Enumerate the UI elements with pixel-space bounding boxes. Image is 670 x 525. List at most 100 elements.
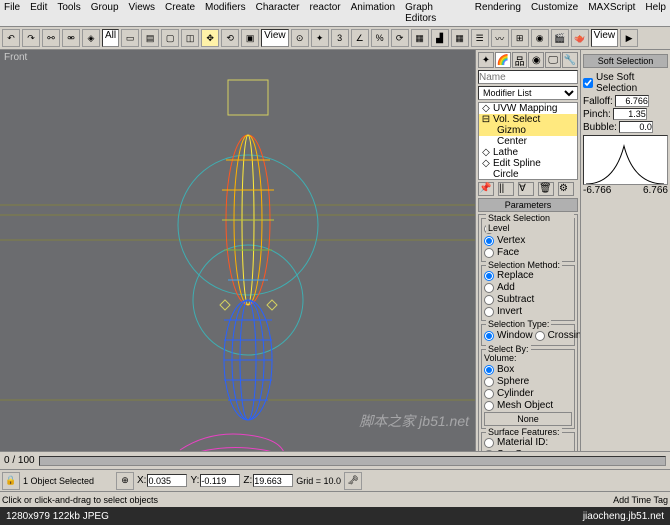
pinch-label: Pinch:: [583, 109, 611, 120]
tab-display[interactable]: 🖵: [545, 52, 561, 68]
use-soft-check[interactable]: [583, 78, 593, 88]
main-toolbar: ↶ ↷ ⚯ ⚮ ◈ All ▭ ▤ ▢ ◫ ✥ ⟲ ▣ View ⊙ ✦ 3 ∠…: [0, 27, 670, 50]
curve-editor-button[interactable]: 〰: [491, 29, 509, 47]
manip-button[interactable]: ✦: [311, 29, 329, 47]
y-input[interactable]: [200, 474, 240, 487]
sf-smgroup[interactable]: [484, 450, 494, 452]
abs-rel-icon[interactable]: ⊕: [116, 472, 134, 490]
tab-utilities[interactable]: 🔧: [562, 52, 578, 68]
tab-create[interactable]: ✦: [478, 52, 494, 68]
show-result-button[interactable]: ||: [498, 182, 514, 196]
menu-grapheditors[interactable]: Graph Editors: [405, 2, 465, 24]
render-last-button[interactable]: ▶: [620, 29, 638, 47]
volume-label: Volume:: [484, 353, 572, 363]
vol-none-button[interactable]: None: [484, 412, 572, 426]
configure-button[interactable]: ⚙: [558, 182, 574, 196]
slider-track[interactable]: [39, 456, 666, 466]
key-icon[interactable]: 🗝: [344, 472, 362, 490]
percent-snap-button[interactable]: %: [371, 29, 389, 47]
ssl-vertex[interactable]: [484, 236, 494, 246]
y-label: Y:: [190, 475, 199, 486]
falloff-input[interactable]: [615, 95, 649, 107]
spinner-snap-button[interactable]: ⟳: [391, 29, 409, 47]
layers-button[interactable]: ☰: [471, 29, 489, 47]
menu-help[interactable]: Help: [645, 2, 666, 24]
render-preset[interactable]: View: [591, 29, 619, 47]
align-button[interactable]: ▦: [451, 29, 469, 47]
unique-button[interactable]: ∀: [518, 182, 534, 196]
viewport[interactable]: Front: [0, 50, 475, 451]
z-input[interactable]: [253, 474, 293, 487]
material-button[interactable]: ◉: [531, 29, 549, 47]
tab-modify[interactable]: 🌈: [495, 52, 511, 68]
schematic-button[interactable]: ⊞: [511, 29, 529, 47]
time-slider[interactable]: 0 / 100: [0, 451, 670, 469]
time-tag[interactable]: Add Time Tag: [613, 495, 668, 505]
object-name-field[interactable]: [478, 70, 578, 84]
pivot-button[interactable]: ⊙: [291, 29, 309, 47]
bubble-input[interactable]: [619, 121, 653, 133]
sf-matid[interactable]: [484, 438, 494, 448]
menu-modifiers[interactable]: Modifiers: [205, 2, 246, 24]
vol-box[interactable]: [484, 365, 494, 375]
lock-icon[interactable]: 🔒: [2, 472, 20, 490]
frame-display: 0 / 100: [4, 455, 35, 466]
sm-subtract[interactable]: [484, 295, 494, 305]
stack-center: Center: [479, 136, 577, 147]
sm-replace[interactable]: [484, 271, 494, 281]
x-input[interactable]: [147, 474, 187, 487]
move-button[interactable]: ✥: [201, 29, 219, 47]
snap-button[interactable]: 3: [331, 29, 349, 47]
sm-add[interactable]: [484, 283, 494, 293]
menu-edit[interactable]: Edit: [30, 2, 47, 24]
mirror-button[interactable]: ▟: [431, 29, 449, 47]
bind-button[interactable]: ◈: [82, 29, 100, 47]
image-footer: 1280x979 122kb JPEG jiaocheng.jb51.net: [0, 507, 670, 525]
ssl-face[interactable]: [484, 248, 494, 258]
menu-rendering[interactable]: Rendering: [475, 2, 521, 24]
menu-tools[interactable]: Tools: [57, 2, 80, 24]
z-label: Z:: [243, 475, 252, 486]
remove-mod-button[interactable]: 🗑: [538, 182, 554, 196]
render-scene-button[interactable]: 🎬: [551, 29, 569, 47]
selection-filter[interactable]: All: [102, 29, 119, 47]
modifier-list[interactable]: Modifier List: [478, 86, 578, 100]
named-sel-button[interactable]: ▦: [411, 29, 429, 47]
angle-snap-button[interactable]: ∠: [351, 29, 369, 47]
ref-coord[interactable]: View: [261, 29, 289, 47]
soft-header[interactable]: Soft Selection: [583, 54, 668, 68]
menu-reactor[interactable]: reactor: [310, 2, 341, 24]
menu-file[interactable]: File: [4, 2, 20, 24]
vol-sphere[interactable]: [484, 377, 494, 387]
vol-mesh[interactable]: [484, 401, 494, 411]
menu-create[interactable]: Create: [165, 2, 195, 24]
unlink-button[interactable]: ⚮: [62, 29, 80, 47]
vol-cylinder[interactable]: [484, 389, 494, 399]
tab-motion[interactable]: ◉: [528, 52, 544, 68]
tab-hierarchy[interactable]: 品: [512, 52, 528, 68]
pinch-input[interactable]: [613, 108, 647, 120]
link-button[interactable]: ⚯: [42, 29, 60, 47]
select-object-button[interactable]: ▭: [121, 29, 139, 47]
redo-button[interactable]: ↷: [22, 29, 40, 47]
wireframe-scene: [0, 50, 475, 451]
menu-animation[interactable]: Animation: [351, 2, 395, 24]
quick-render-button[interactable]: 🫖: [571, 29, 589, 47]
menu-maxscript[interactable]: MAXScript: [588, 2, 635, 24]
pin-stack-button[interactable]: 📌: [478, 182, 494, 196]
menu-character[interactable]: Character: [256, 2, 300, 24]
menu-customize[interactable]: Customize: [531, 2, 578, 24]
select-name-button[interactable]: ▤: [141, 29, 159, 47]
rotate-button[interactable]: ⟲: [221, 29, 239, 47]
undo-button[interactable]: ↶: [2, 29, 20, 47]
parameters-header[interactable]: Parameters: [478, 198, 578, 212]
st-window[interactable]: [484, 331, 494, 341]
modifier-stack[interactable]: ◇UVW Mapping ⊟Vol. Select Gizmo Center ◇…: [478, 102, 578, 180]
sm-invert[interactable]: [484, 307, 494, 317]
scale-button[interactable]: ▣: [241, 29, 259, 47]
menu-views[interactable]: Views: [129, 2, 156, 24]
window-crossing-button[interactable]: ◫: [181, 29, 199, 47]
menu-group[interactable]: Group: [91, 2, 119, 24]
st-crossing[interactable]: [535, 331, 545, 341]
select-region-button[interactable]: ▢: [161, 29, 179, 47]
